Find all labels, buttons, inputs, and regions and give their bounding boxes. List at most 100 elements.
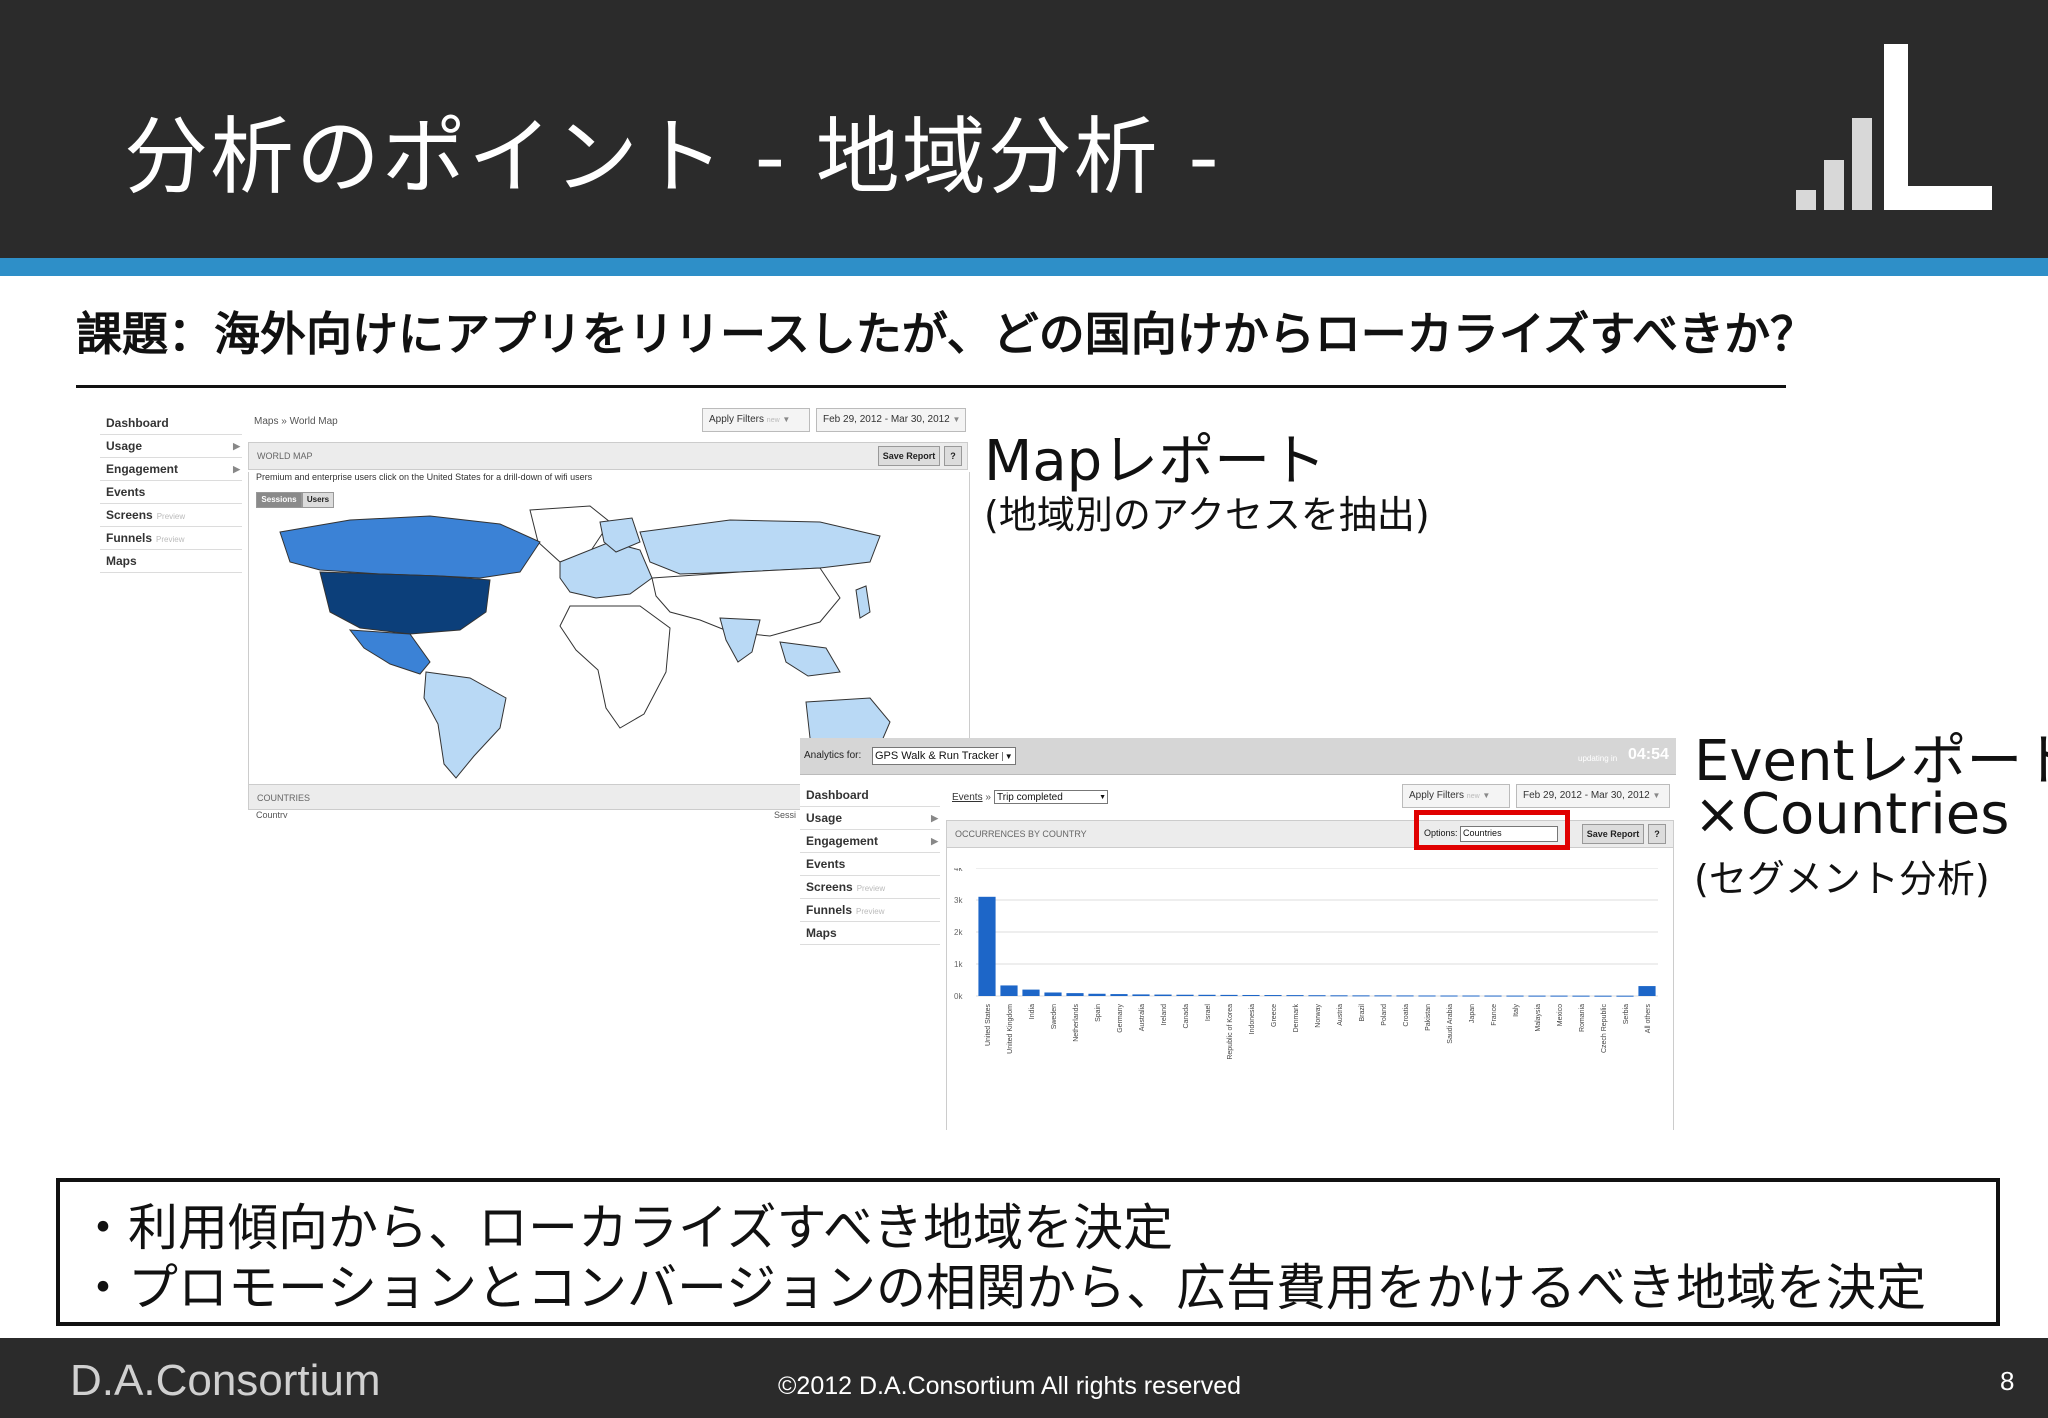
copyright-text: ©2012 D.A.Consortium All rights reserved — [778, 1372, 1242, 1400]
preview-badge: Preview — [856, 884, 886, 893]
nav-item-label: Dashboard — [106, 416, 169, 430]
bar-greece[interactable] — [1264, 995, 1282, 997]
bar-ireland[interactable] — [1154, 994, 1172, 996]
bar-republic-of-korea[interactable] — [1220, 994, 1238, 996]
x-tick-label: Ireland — [1161, 1004, 1168, 1026]
event-selector[interactable]: Trip completed ▼ — [994, 790, 1108, 804]
x-tick-label: Romania — [1579, 1004, 1586, 1032]
x-tick-label: Saudi Arabia — [1447, 1004, 1454, 1044]
event-nav-item-events[interactable]: Events — [800, 853, 940, 876]
chevron-down-icon: ▼ — [1652, 791, 1661, 800]
map-date-range-button[interactable]: Feb 29, 2012 - Mar 30, 2012 ▼ — [816, 408, 966, 432]
bar-malaysia[interactable] — [1528, 995, 1546, 997]
bar-united-kingdom[interactable] — [1000, 985, 1018, 996]
apply-filters-label: Apply Filters — [1409, 790, 1465, 801]
bar-canada[interactable] — [1176, 994, 1194, 996]
countries-header: COUNTRIES — [257, 793, 311, 803]
event-apply-filters-button[interactable]: Apply Filters new ▼ — [1402, 784, 1510, 808]
x-tick-label: Croatia — [1403, 1004, 1410, 1027]
bar-germany[interactable] — [1110, 994, 1128, 996]
bar-austria[interactable] — [1330, 995, 1348, 997]
x-tick-label: Sweden — [1051, 1004, 1058, 1029]
bar-pakistan[interactable] — [1418, 995, 1436, 997]
x-tick-label: France — [1491, 1004, 1498, 1026]
event-help-button[interactable]: ? — [1648, 824, 1666, 844]
bar-netherlands[interactable] — [1066, 993, 1084, 996]
map-nav-item-engagement[interactable]: Engagement ▶ — [100, 458, 242, 481]
new-badge: new — [766, 417, 780, 424]
breadcrumb-events-link[interactable]: Events — [952, 792, 983, 803]
panel-title: WORLD MAP — [257, 451, 313, 461]
map-nav-item-funnels[interactable]: Funnels Preview — [100, 527, 242, 550]
x-tick-label: Indonesia — [1249, 1004, 1256, 1034]
x-tick-label: Germany — [1117, 1004, 1124, 1033]
apply-filters-label: Apply Filters — [709, 414, 765, 425]
bar-japan[interactable] — [1462, 995, 1480, 997]
map-help-button[interactable]: ? — [944, 446, 962, 466]
bar-poland[interactable] — [1374, 995, 1392, 997]
bar-croatia[interactable] — [1396, 995, 1414, 997]
x-tick-label: Republic of Korea — [1227, 1004, 1234, 1060]
event-nav-item-maps[interactable]: Maps — [800, 922, 940, 945]
world-map-panel-header: WORLD MAP — [248, 442, 968, 470]
occurrences-bar-chart[interactable]: 0k 1k 2k 3k 4k United States United Kingdom Ind… — [950, 868, 1670, 1130]
map-save-report-button[interactable]: Save Report — [878, 446, 940, 466]
bar-spain[interactable] — [1088, 993, 1106, 996]
slide-title: 分析のポイント - 地域分析 - — [124, 108, 1221, 206]
options-highlight — [1414, 810, 1570, 850]
bar-mexico[interactable] — [1550, 995, 1568, 997]
bar-france[interactable] — [1484, 995, 1502, 997]
bar-united-states[interactable] — [978, 896, 996, 996]
bar-denmark[interactable] — [1286, 995, 1304, 997]
bar-serbia[interactable] — [1616, 995, 1634, 997]
x-tick-label: Greece — [1271, 1004, 1278, 1027]
bar-india[interactable] — [1022, 989, 1040, 996]
breadcrumb-separator: » — [985, 792, 991, 803]
chevron-down-icon: ▼ — [952, 415, 961, 424]
bar-italy[interactable] — [1506, 995, 1524, 997]
bar-czech-republic[interactable] — [1594, 995, 1612, 997]
country-column-header[interactable]: Country — [256, 810, 288, 818]
map-breadcrumb[interactable]: Maps » World Map — [254, 416, 338, 427]
bar-romania[interactable] — [1572, 995, 1590, 997]
nav-item-label: Funnels — [806, 903, 853, 917]
sessions-column-header[interactable]: Sessi — [774, 810, 796, 818]
refresh-countdown: 04:54 — [1628, 746, 1669, 763]
event-sidebar-nav: Dashboard Usage ▶ Engagement ▶ Events Screens P… — [800, 784, 940, 945]
bar-brazil[interactable] — [1352, 995, 1370, 997]
nav-item-label: Engagement — [106, 462, 179, 476]
bar-norway[interactable] — [1308, 995, 1326, 997]
bar-australia[interactable] — [1132, 994, 1150, 996]
map-nav-item-maps[interactable]: Maps — [100, 550, 242, 573]
event-name: Trip completed — [997, 792, 1063, 803]
date-range-label: Feb 29, 2012 - Mar 30, 2012 — [823, 414, 950, 425]
x-tick-label: Serbia — [1623, 1004, 1630, 1024]
event-nav-item-funnels[interactable]: Funnels Preview — [800, 899, 940, 922]
map-sidebar-nav: Dashboard Usage ▶ Engagement ▶ Events Screens P… — [100, 412, 242, 573]
bar-saudi-arabia[interactable] — [1440, 995, 1458, 997]
map-nav-item-usage[interactable]: Usage ▶ — [100, 435, 242, 458]
map-apply-filters-button[interactable]: Apply Filters new ▼ — [702, 408, 810, 432]
event-date-range-button[interactable]: Feb 29, 2012 - Mar 30, 2012 ▼ — [1516, 784, 1670, 808]
event-report-screenshot: Analytics for: GPS Walk & Run Tracker ▼ … — [800, 738, 1676, 1130]
preview-badge: Preview — [856, 907, 885, 916]
event-nav-item-usage[interactable]: Usage ▶ — [800, 807, 940, 830]
event-nav-item-engagement[interactable]: Engagement ▶ — [800, 830, 940, 853]
event-report-sublabel: (セグメント分析) — [1694, 857, 1990, 901]
map-nav-item-screens[interactable]: Screens Preview — [100, 504, 242, 527]
bar-sweden[interactable] — [1044, 992, 1062, 996]
map-nav-item-events[interactable]: Events — [100, 481, 242, 504]
x-tick-label: Spain — [1095, 1004, 1102, 1022]
bar-all-others[interactable] — [1638, 986, 1656, 996]
bar-israel[interactable] — [1198, 994, 1216, 996]
event-save-report-button[interactable]: Save Report — [1582, 824, 1644, 844]
x-tick-label: Australia — [1139, 1004, 1146, 1031]
app-selector[interactable]: GPS Walk & Run Tracker ▼ — [872, 747, 1016, 765]
updating-label: updating in — [1578, 754, 1618, 763]
event-nav-item-dashboard[interactable]: Dashboard — [800, 784, 940, 807]
map-nav-item-dashboard[interactable]: Dashboard — [100, 412, 242, 435]
bar-indonesia[interactable] — [1242, 994, 1260, 996]
map-report-sublabel: (地域別のアクセスを抽出) — [984, 493, 1430, 537]
chevron-down-icon: ▼ — [1482, 791, 1491, 800]
event-nav-item-screens[interactable]: Screens Preview — [800, 876, 940, 899]
